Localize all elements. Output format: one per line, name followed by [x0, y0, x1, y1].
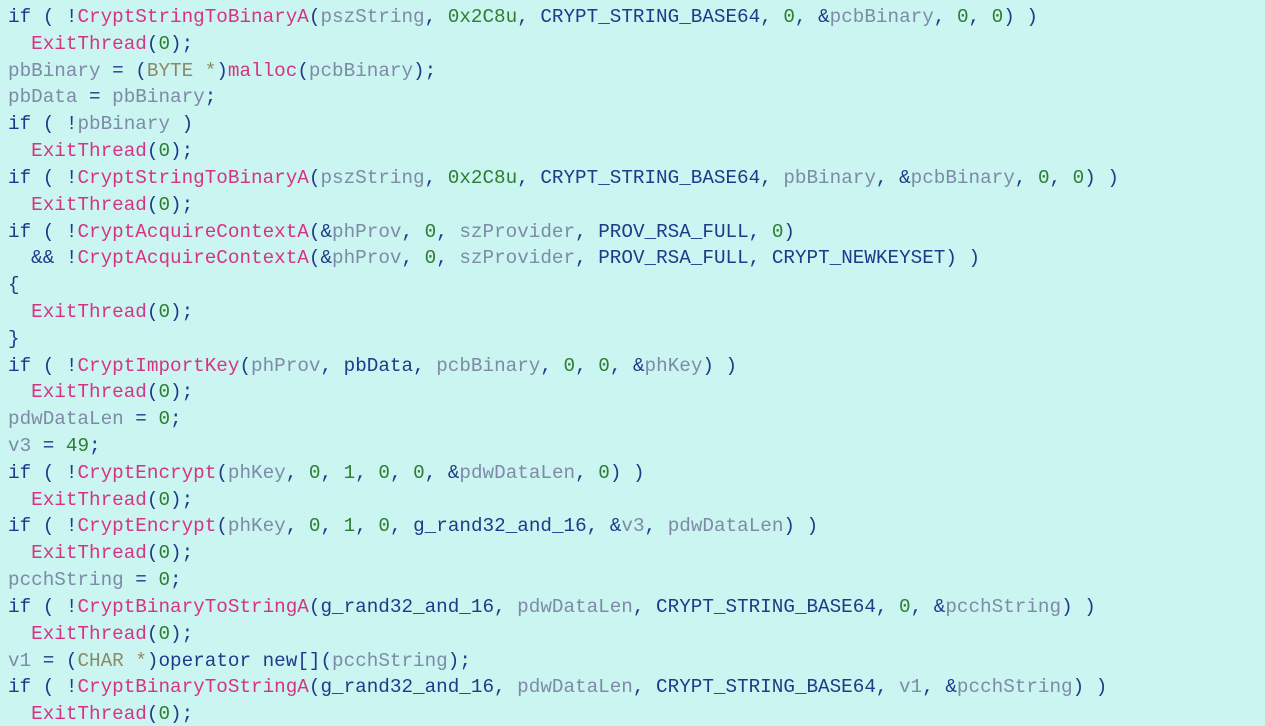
code-line: if ( !pbBinary )	[8, 113, 193, 135]
code-line: ExitThread(0);	[8, 33, 193, 55]
code-line: ExitThread(0);	[8, 489, 193, 511]
code-line: if ( !CryptEncrypt(phKey, 0, 1, 0, g_ran…	[8, 515, 818, 537]
code-line: ExitThread(0);	[8, 194, 193, 216]
code-line: ExitThread(0);	[8, 703, 193, 725]
code-line: if ( !CryptStringToBinaryA(pszString, 0x…	[8, 6, 1038, 28]
code-line: if ( !CryptAcquireContextA(&phProv, 0, s…	[8, 221, 795, 243]
fn-CryptStringToBinaryA: CryptStringToBinaryA	[77, 6, 308, 28]
code-line: if ( !CryptImportKey(phProv, pbData, pcb…	[8, 355, 737, 377]
fn-CryptAcquireContextA: CryptAcquireContextA	[77, 221, 308, 243]
fn-CryptBinaryToStringA: CryptBinaryToStringA	[77, 596, 308, 618]
code-line: pbBinary = (BYTE *)malloc(pcbBinary);	[8, 60, 436, 82]
code-line: ExitThread(0);	[8, 301, 193, 323]
code-line: ExitThread(0);	[8, 542, 193, 564]
fn-malloc: malloc	[228, 60, 297, 82]
fn-ExitThread: ExitThread	[31, 33, 147, 55]
code-line: if ( !CryptBinaryToStringA(g_rand32_and_…	[8, 596, 1096, 618]
code-line: if ( !CryptEncrypt(phKey, 0, 1, 0, 0, &p…	[8, 462, 645, 484]
code-line: pbData = pbBinary;	[8, 86, 216, 108]
code-line: ExitThread(0);	[8, 140, 193, 162]
keyword-if: if	[8, 6, 31, 28]
code-line: && !CryptAcquireContextA(&phProv, 0, szP…	[8, 247, 980, 269]
code-line: v3 = 49;	[8, 435, 101, 457]
code-line: pcchString = 0;	[8, 569, 182, 591]
code-line: ExitThread(0);	[8, 381, 193, 403]
code-line: if ( !CryptBinaryToStringA(g_rand32_and_…	[8, 676, 1107, 698]
fn-CryptImportKey: CryptImportKey	[77, 355, 239, 377]
code-line: }	[8, 328, 20, 350]
code-line: {	[8, 274, 20, 296]
decompiled-code-block: if ( !CryptStringToBinaryA(pszString, 0x…	[0, 0, 1265, 726]
code-line: ExitThread(0);	[8, 623, 193, 645]
code-line: pdwDataLen = 0;	[8, 408, 182, 430]
fn-CryptEncrypt: CryptEncrypt	[77, 462, 216, 484]
code-line: if ( !CryptStringToBinaryA(pszString, 0x…	[8, 167, 1119, 189]
code-line: v1 = (CHAR *)operator new[](pcchString);	[8, 650, 471, 672]
